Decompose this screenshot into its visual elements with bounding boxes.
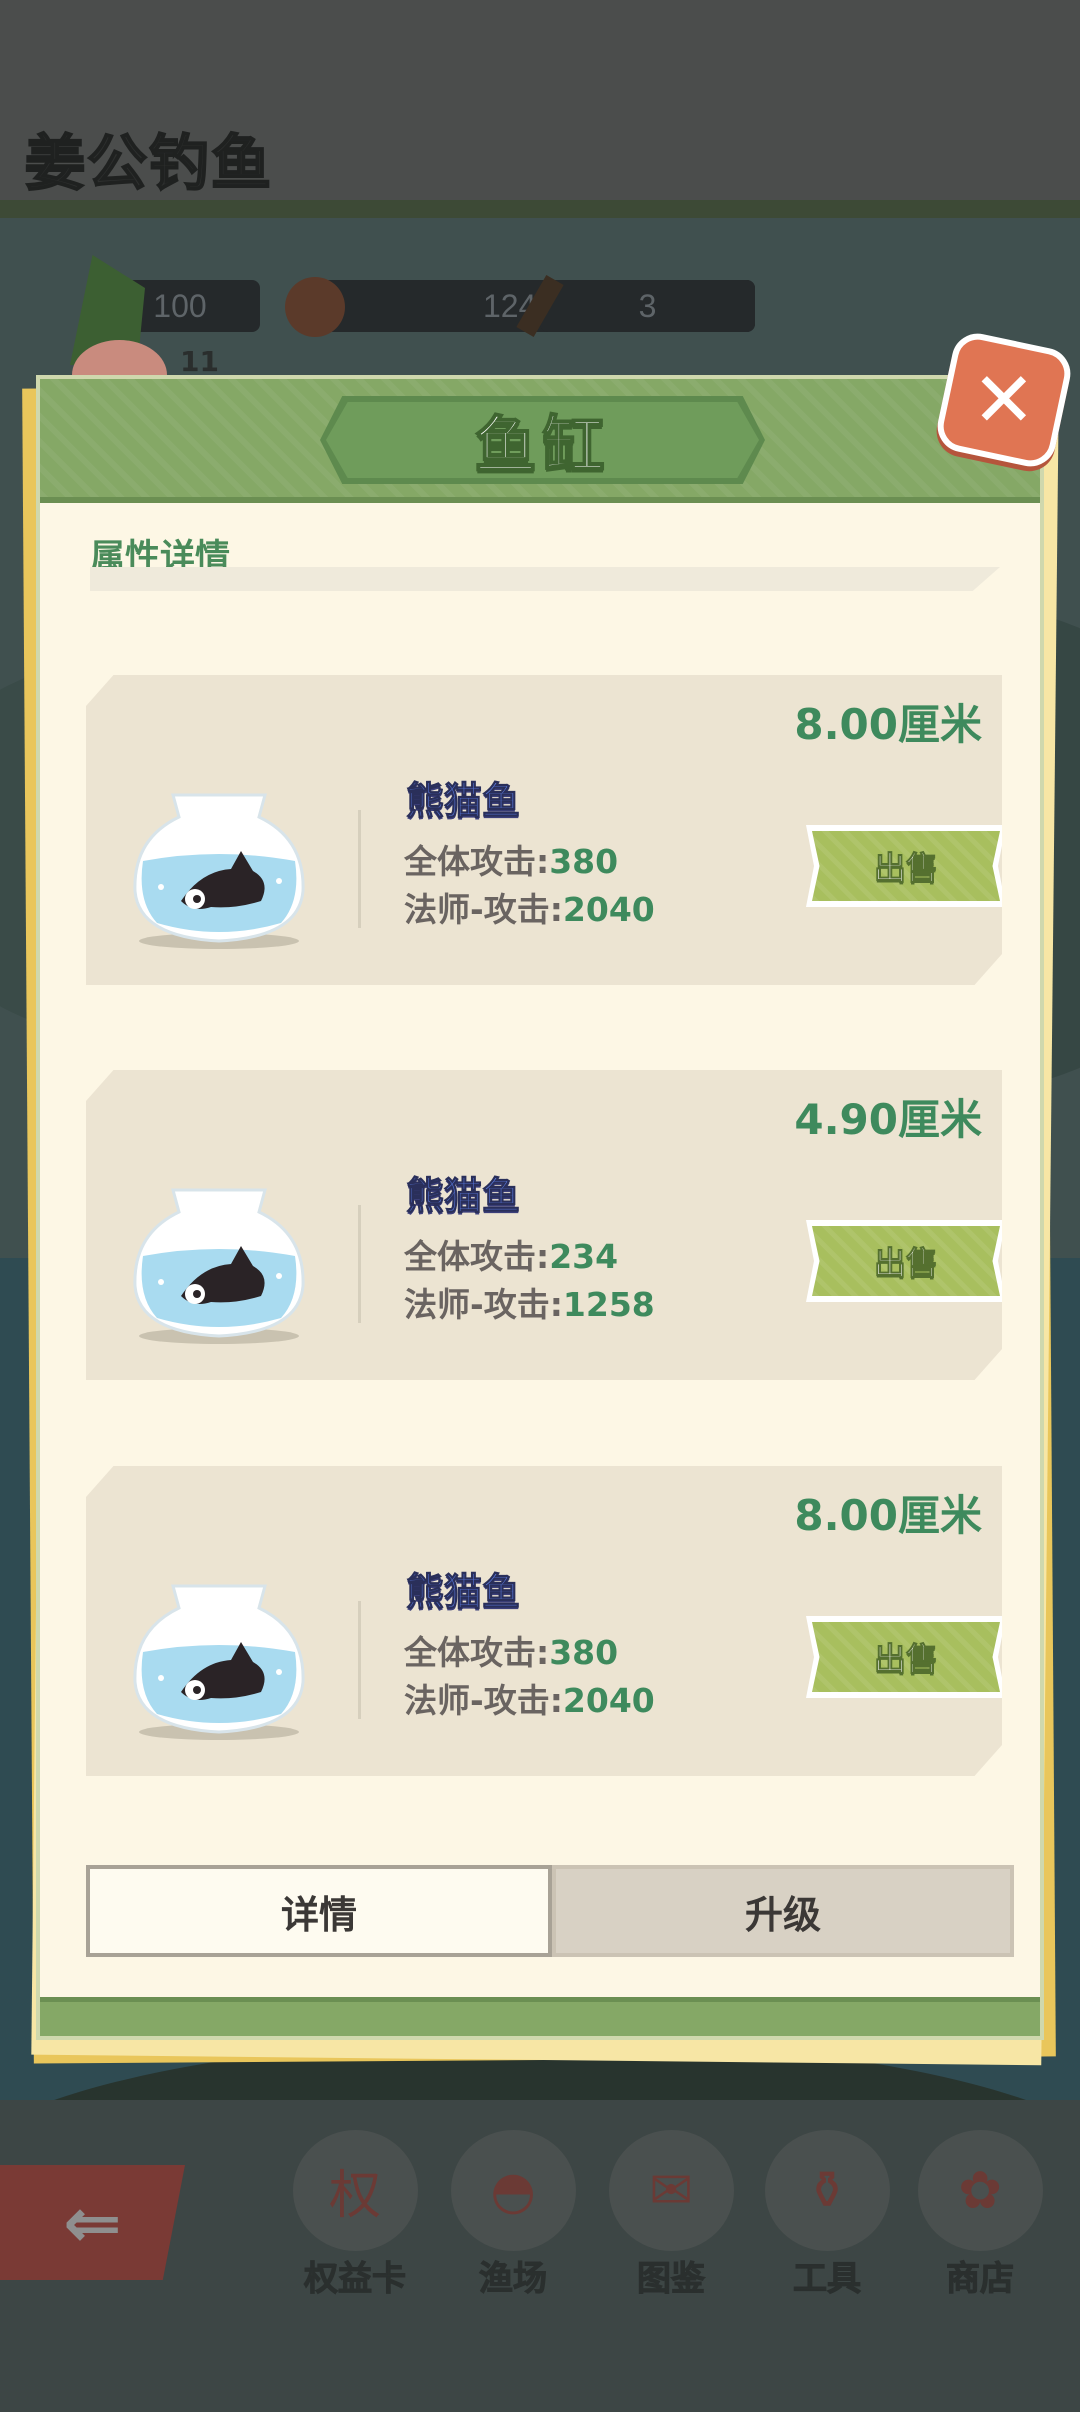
fish-scroll-icon-glyph: ✉: [649, 2160, 693, 2221]
fish-name: 熊猫鱼: [405, 1174, 521, 1219]
fishbowl-icon: [133, 1584, 305, 1740]
nav-encyclopedia[interactable]: ✉ 图鉴: [606, 2130, 736, 2300]
nav-tools[interactable]: ⚱ 工具: [762, 2130, 892, 2300]
tool-jar-icon-glyph: ⚱: [805, 2160, 849, 2221]
player-level: 11: [180, 345, 219, 378]
fish-scroll-icon: ✉: [608, 2130, 734, 2251]
card-divider: [358, 810, 361, 928]
header-strip: [0, 200, 1080, 218]
fish-card: 4.90厘米 熊猫鱼 全体攻击:234 法师-攻击:1258 出售: [86, 1070, 1002, 1380]
stat-label: 全体攻击:: [404, 842, 550, 881]
nav-fishing-ground-label: 渔场: [479, 2259, 548, 2300]
fish-size: 4.90厘米: [794, 1095, 982, 1144]
nav-fishing-ground[interactable]: ◓ 渔场: [448, 2130, 578, 2300]
fish-stat-mage-attack: 法师-攻击:1258: [404, 1278, 655, 1326]
fish-name: 熊猫鱼: [405, 1570, 521, 1615]
resource-hammer-value: 3: [638, 287, 657, 324]
fish-stat-mage-attack: 法师-攻击:2040: [404, 1674, 655, 1722]
sell-button[interactable]: 出售: [806, 1616, 1002, 1698]
section-divider: [90, 567, 1000, 591]
modal-title: 鱼缸: [473, 408, 611, 483]
boar-icon: [285, 277, 345, 337]
tab-upgrade-label: 升级: [744, 1892, 821, 1937]
fish-size: 8.00厘米: [794, 1491, 982, 1540]
close-icon: ✕: [972, 355, 1036, 444]
stat-label: 法师-攻击:: [404, 1681, 563, 1720]
stat-label: 全体攻击:: [404, 1237, 550, 1276]
tab-upgrade[interactable]: 升级: [552, 1865, 1014, 1957]
shop-bag-icon: ✿: [917, 2130, 1043, 2251]
fishing-ground-icon: ◓: [450, 2130, 576, 2251]
close-button[interactable]: ✕: [932, 328, 1076, 472]
back-arrow-icon: ⇐: [63, 2181, 122, 2264]
stat-value: 380: [549, 842, 619, 881]
nav-shop[interactable]: ✿ 商店: [915, 2130, 1045, 2300]
back-button[interactable]: ⇐: [0, 2165, 185, 2280]
stat-label: 法师-攻击:: [404, 890, 563, 929]
card-icon: 权: [292, 2130, 418, 2251]
nav-tools-label: 工具: [793, 2259, 862, 2300]
stat-value: 380: [549, 1633, 619, 1672]
title-ribbon: 鱼缸: [320, 396, 765, 484]
nav-shop-label: 商店: [946, 2259, 1015, 2300]
sell-button-face: 出售: [812, 1622, 1000, 1692]
fish-stat-all-attack: 全体攻击:380: [404, 835, 618, 883]
tab-details-label: 详情: [280, 1892, 357, 1937]
stat-label: 全体攻击:: [404, 1633, 550, 1672]
fish-tank-modal: 鱼缸 属性详情 8.00厘米 熊猫鱼 全体攻击:380 法师-攻击:2040 出…: [36, 375, 1044, 2040]
modal-header: 鱼缸: [40, 379, 1040, 503]
fish-card: 8.00厘米 熊猫鱼 全体攻击:380 法师-攻击:2040 出售: [86, 1466, 1002, 1776]
modal-tabs: 详情 升级: [86, 1865, 1014, 1957]
fish-stat-all-attack: 全体攻击:234: [404, 1230, 618, 1278]
nav-rights-card[interactable]: 权 权益卡: [290, 2130, 420, 2300]
resource-hammer: 3: [540, 280, 755, 332]
sell-button-label: 出售: [873, 1244, 938, 1283]
sell-button-face: 出售: [812, 1226, 1000, 1296]
card-icon-glyph: 权: [328, 2166, 381, 2226]
nav-encyclopedia-label: 图鉴: [637, 2259, 706, 2300]
card-divider: [358, 1205, 361, 1323]
tab-details[interactable]: 详情: [86, 1865, 552, 1957]
fish-stat-mage-attack: 法师-攻击:2040: [404, 883, 655, 931]
stat-value: 1258: [562, 1285, 655, 1324]
sell-button-label: 出售: [873, 849, 938, 888]
stat-value: 234: [549, 1237, 619, 1276]
modal-footer: [40, 1997, 1040, 2036]
shop-bag-icon-glyph: ✿: [958, 2160, 1002, 2221]
fish-name: 熊猫鱼: [405, 779, 521, 824]
stat-value: 2040: [562, 890, 655, 929]
stat-label: 法师-攻击:: [404, 1285, 563, 1324]
sell-button[interactable]: 出售: [806, 1220, 1002, 1302]
fish-card: 8.00厘米 熊猫鱼 全体攻击:380 法师-攻击:2040 出售: [86, 675, 1002, 985]
fishing-ground-icon-glyph: ◓: [490, 2160, 536, 2221]
fish-stat-all-attack: 全体攻击:380: [404, 1626, 618, 1674]
sell-button-face: 出售: [812, 831, 1000, 901]
game-title: 姜公钓鱼: [24, 128, 273, 200]
nav-rights-card-label: 权益卡: [304, 2259, 407, 2300]
fishbowl-icon: [133, 793, 305, 949]
card-divider: [358, 1601, 361, 1719]
tool-jar-icon: ⚱: [764, 2130, 890, 2251]
sell-button[interactable]: 出售: [806, 825, 1002, 907]
sell-button-label: 出售: [873, 1640, 938, 1679]
fish-size: 8.00厘米: [794, 700, 982, 749]
fishbowl-icon: [133, 1188, 305, 1344]
stat-value: 2040: [562, 1681, 655, 1720]
